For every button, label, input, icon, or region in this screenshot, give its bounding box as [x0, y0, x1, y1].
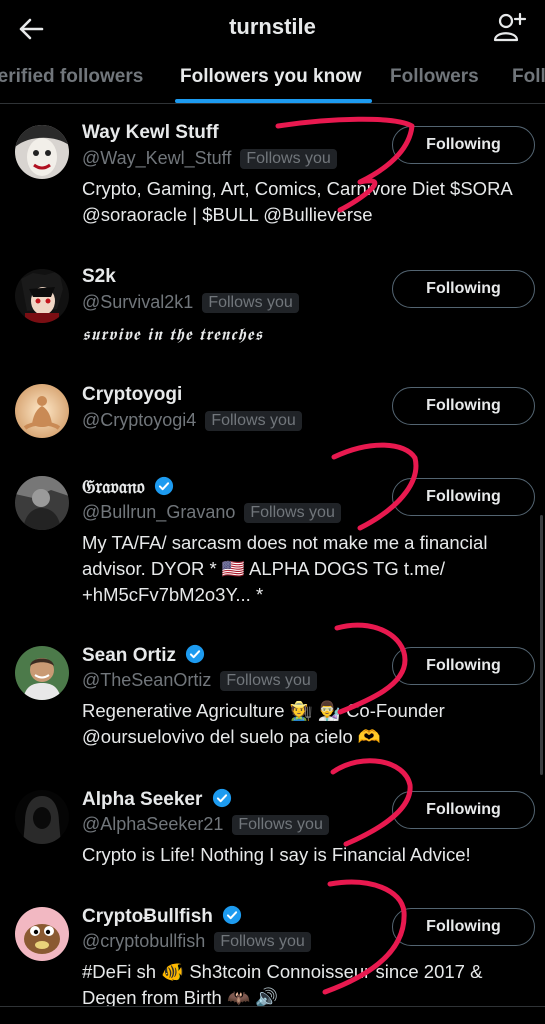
user-handle[interactable]: @Way_Kewl_Stuff	[82, 148, 231, 169]
user-bio: #DeFi sh 🐠 Sh3tcoin Connoisseur since 20…	[82, 961, 483, 1008]
user-name[interactable]: Sean Ortiz	[82, 644, 205, 667]
smiling-man-avatar-image	[15, 646, 69, 700]
avatar[interactable]	[15, 907, 69, 961]
tab-following[interactable]: Following	[512, 66, 545, 88]
user-handle[interactable]: @TheSeanOrtiz	[82, 670, 211, 691]
user-row[interactable]: Sean Ortiz @TheSeanOrtiz Follows you Reg…	[0, 642, 545, 754]
user-handle-line: @TheSeanOrtiz Follows you	[82, 670, 317, 691]
verified-badge-icon	[223, 905, 242, 925]
page-title: turnstile	[229, 14, 316, 39]
user-bio: My TA/FA/ sarcasm does not make me a fin…	[82, 532, 488, 605]
following-button[interactable]: Following	[392, 647, 535, 685]
add-user-button[interactable]	[491, 10, 527, 46]
verified-badge-icon	[186, 644, 205, 664]
following-button[interactable]: Following	[392, 387, 535, 425]
follows-you-badge: Follows you	[205, 410, 302, 431]
user-name[interactable]: Alpha Seeker	[82, 788, 232, 811]
user-name[interactable]: Way Kewl Stuff	[82, 122, 219, 144]
user-handle[interactable]: @AlphaSeeker21	[82, 814, 223, 835]
following-button[interactable]: Following	[392, 270, 535, 308]
user-row[interactable]: Cryptoyogi @Cryptoyogi4 Follows you Foll…	[0, 380, 545, 450]
follows-you-badge: Follows you	[214, 931, 311, 952]
top-app-bar: turnstile	[0, 0, 545, 56]
user-handle-line: @AlphaSeeker21 Follows you	[82, 814, 329, 835]
meditating-figure-avatar-image	[15, 384, 69, 438]
follows-you-badge: Follows you	[244, 502, 341, 523]
user-bio: Regenerative Agriculture 🧑‍🌾 👨‍🔬 Co-Foun…	[82, 700, 445, 747]
user-handle[interactable]: @cryptobullfish	[82, 931, 205, 952]
user-name-text[interactable]: Alpha Seeker	[82, 789, 202, 810]
following-button[interactable]: Following	[392, 478, 535, 516]
avatar[interactable]	[15, 269, 69, 323]
following-button[interactable]: Following	[392, 126, 535, 164]
user-handle-line: @Cryptoyogi4 Follows you	[82, 410, 302, 431]
scrollbar[interactable]	[540, 515, 543, 775]
tab-followers-you-know[interactable]: Followers you know	[180, 66, 362, 88]
add-user-icon	[493, 12, 527, 42]
user-row[interactable]: Way Kewl Stuff @Way_Kewl_Stuff Follows y…	[0, 118, 545, 248]
follows-you-badge: Follows you	[202, 292, 299, 313]
follows-you-badge: Follows you	[240, 148, 337, 169]
user-name[interactable]: 𝔊𝔯𝔞𝔳𝔞𝔫𝔬	[82, 476, 174, 499]
user-name[interactable]: S2k	[82, 266, 116, 288]
user-name-text[interactable]: CryptoɃullfish	[82, 906, 213, 927]
user-row[interactable]: S2k @Survival2k1 Follows you 𝖘𝖚𝖗𝖛𝖎𝖛𝖊 𝖎𝖓 …	[0, 262, 545, 362]
tab-followers[interactable]: Followers	[390, 66, 479, 88]
hooded-figure-avatar-image	[15, 790, 69, 844]
follower-tabs: Verified followers Followers you know Fo…	[0, 56, 545, 104]
user-handle-line: @cryptobullfish Follows you	[82, 931, 311, 952]
follows-you-badge: Follows you	[232, 814, 329, 835]
avatar[interactable]	[15, 476, 69, 530]
following-button[interactable]: Following	[392, 791, 535, 829]
anime-character-avatar-image	[15, 269, 69, 323]
user-name-text[interactable]: 𝔊𝔯𝔞𝔳𝔞𝔫𝔬	[82, 477, 145, 498]
user-row[interactable]: Alpha Seeker @AlphaSeeker21 Follows you …	[0, 786, 545, 876]
user-handle[interactable]: @Survival2k1	[82, 292, 193, 313]
user-name[interactable]: Cryptoyogi	[82, 384, 182, 406]
user-handle[interactable]: @Bullrun_Gravano	[82, 502, 235, 523]
following-button[interactable]: Following	[392, 908, 535, 946]
user-handle-line: @Bullrun_Gravano Follows you	[82, 502, 341, 523]
user-row[interactable]: 𝔊𝔯𝔞𝔳𝔞𝔫𝔬 @Bullrun_Gravano Follows you My …	[0, 472, 545, 612]
active-tab-indicator	[175, 99, 372, 103]
user-bio: Crypto, Gaming, Art, Comics, Carnivore D…	[82, 178, 512, 225]
user-row[interactable]: CryptoɃullfish @cryptobullfish Follows y…	[0, 903, 545, 1008]
follows-you-badge: Follows you	[220, 670, 317, 691]
tab-verified-followers[interactable]: Verified followers	[0, 66, 143, 88]
user-bio: Crypto is Life! Nothing I say is Financi…	[82, 844, 471, 865]
clown-face-avatar-image	[15, 125, 69, 179]
user-handle[interactable]: @Cryptoyogi4	[82, 410, 196, 431]
avatar[interactable]	[15, 384, 69, 438]
avatar[interactable]	[15, 790, 69, 844]
verified-badge-icon	[154, 476, 174, 496]
user-name[interactable]: CryptoɃullfish	[82, 905, 242, 928]
avatar[interactable]	[15, 646, 69, 700]
verified-badge-icon	[212, 788, 231, 808]
user-handle-line: @Way_Kewl_Stuff Follows you	[82, 148, 337, 169]
cartoon-fish-avatar-image	[15, 907, 69, 961]
grayscale-man-avatar-image	[15, 476, 69, 530]
user-handle-line: @Survival2k1 Follows you	[82, 292, 299, 313]
avatar[interactable]	[15, 125, 69, 179]
bottom-navigation-bar	[0, 1006, 545, 1024]
user-bio: 𝖘𝖚𝖗𝖛𝖎𝖛𝖊 𝖎𝖓 𝖙𝖍𝖊 𝖙𝖗𝖊𝖓𝖈𝖍𝖊𝖘	[82, 325, 263, 345]
user-name-text[interactable]: Sean Ortiz	[82, 645, 176, 666]
